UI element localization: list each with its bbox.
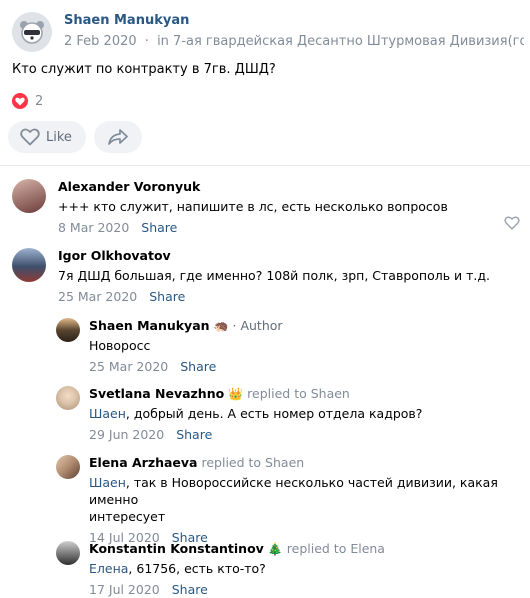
comment-date[interactable]: 8 Mar 2020: [58, 220, 129, 235]
reply-share-link[interactable]: Share: [172, 582, 208, 597]
commenter-avatar[interactable]: [12, 248, 46, 282]
comment-text: +++ кто служит, напишите в лс, есть неск…: [58, 199, 448, 214]
commenter-name[interactable]: Igor Olkhovatov: [58, 248, 490, 264]
post-author-avatar[interactable]: [12, 12, 52, 52]
comment-item: Igor Olkhovatov 7я ДШД большая, где имен…: [12, 248, 490, 305]
post-divider: [0, 165, 530, 166]
reply-text-continued: интересует: [89, 509, 166, 524]
like-label: Like: [46, 129, 72, 145]
share-arrow-icon: [108, 129, 128, 145]
post-text: Кто служит по контракту в 7гв. ДШД?: [12, 62, 276, 77]
like-button[interactable]: Like: [8, 121, 86, 153]
reply-avatar[interactable]: [56, 455, 80, 479]
heart-outline-icon: [504, 216, 520, 230]
post-author-name[interactable]: Shaen Manukyan: [64, 12, 524, 29]
post-location[interactable]: in 7-ая гвардейская Десантно Штурмовая Д…: [157, 34, 524, 49]
meta-separator: ·: [144, 34, 149, 49]
comment-share-link[interactable]: Share: [141, 220, 177, 235]
reply-author-name[interactable]: Svetlana Nevazhno: [89, 386, 224, 402]
commenter-name[interactable]: Alexander Voronyuk: [58, 179, 448, 195]
reply-item: Konstantin Konstantinov 🎄 replied to Ele…: [56, 541, 385, 598]
reply-date[interactable]: 29 Jun 2020: [89, 427, 164, 442]
reply-text: , 61756, есть кто-то?: [128, 561, 266, 576]
reactions-summary[interactable]: 2: [12, 93, 43, 109]
reply-author-name[interactable]: Elena Arzhaeva: [89, 455, 198, 471]
likes-count: 2: [35, 93, 44, 109]
reply-item: Elena Arzhaeva replied to Shaen Шаен, та…: [56, 455, 530, 546]
reply-item: Shaen Manukyan 🦔 · Author Новоросс 25 Ma…: [56, 318, 283, 375]
reply-author-name[interactable]: Konstantin Konstantinov: [89, 541, 264, 557]
heart-reaction-icon: [12, 93, 28, 109]
reply-text: , добрый день. А есть номер отдела кадро…: [125, 406, 423, 421]
christmas-tree-badge-icon: 🎄: [267, 542, 283, 556]
reply-author-name[interactable]: Shaen Manukyan: [89, 318, 210, 334]
reply-date[interactable]: 17 Jul 2020: [89, 582, 160, 597]
reply-date[interactable]: 25 Mar 2020: [89, 359, 168, 374]
comment-item: Alexander Voronyuk +++ кто служит, напиш…: [12, 179, 448, 236]
reply-text: , так в Новороссийске несколько частей д…: [89, 475, 498, 507]
author-tag: · Author: [232, 318, 283, 333]
replied-to-label[interactable]: replied to Elena: [287, 541, 385, 557]
post-actions: Like: [8, 121, 142, 153]
comment-date[interactable]: 25 Mar 2020: [58, 289, 137, 304]
hedgehog-badge-icon: 🦔: [213, 319, 229, 333]
post-date[interactable]: 2 Feb 2020: [64, 34, 137, 49]
heart-outline-icon: [20, 128, 40, 146]
crown-badge-icon: 👑: [228, 387, 244, 401]
reply-avatar[interactable]: [56, 541, 80, 565]
comment-like-button[interactable]: [504, 216, 520, 234]
post-meta-line: 2 Feb 2020 · in 7-ая гвардейская Десантн…: [64, 33, 524, 50]
mention-link[interactable]: Шаен: [89, 406, 126, 421]
mention-link[interactable]: Елена: [89, 561, 128, 576]
bear-mascot-icon: [20, 21, 44, 44]
reply-item: Svetlana Nevazhno 👑 replied to Shaen Шае…: [56, 386, 422, 443]
reply-text: Новоросс: [89, 338, 151, 353]
mention-link[interactable]: Шаен: [89, 475, 126, 490]
comment-share-link[interactable]: Share: [149, 289, 185, 304]
replied-to-label[interactable]: replied to Shaen: [247, 386, 350, 402]
replied-to-label[interactable]: replied to Shaen: [202, 455, 305, 471]
comment-text: 7я ДШД большая, где именно? 108й полк, з…: [58, 268, 491, 283]
reply-share-link[interactable]: Share: [176, 427, 212, 442]
reply-share-link[interactable]: Share: [180, 359, 216, 374]
reply-avatar[interactable]: [56, 386, 80, 410]
share-button[interactable]: [94, 121, 142, 153]
commenter-avatar[interactable]: [12, 179, 46, 213]
reply-avatar[interactable]: [56, 318, 80, 342]
post-header: Shaen Manukyan 2 Feb 2020 · in 7-ая гвар…: [12, 12, 524, 52]
